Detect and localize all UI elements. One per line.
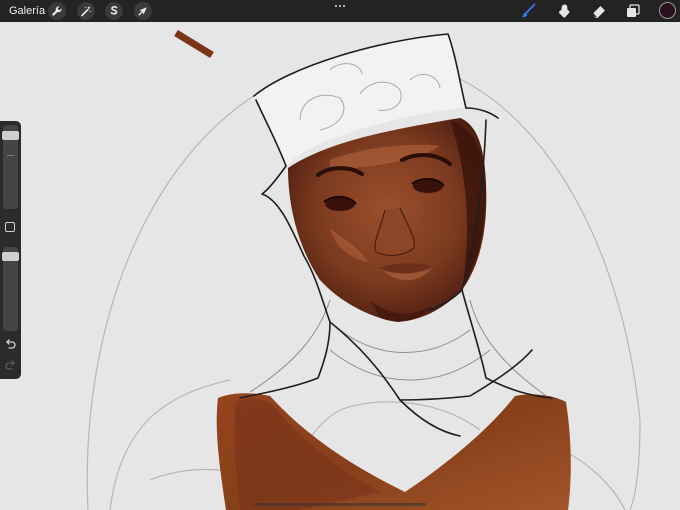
home-indicator — [254, 503, 426, 506]
wrench-icon — [52, 6, 62, 16]
color-picker-swatch[interactable] — [659, 2, 676, 19]
selection-s-icon — [110, 6, 118, 15]
brush-size-slider-thumb[interactable] — [2, 131, 19, 140]
opacity-slider-thumb[interactable] — [2, 252, 19, 261]
brush-size-slider[interactable] — [2, 125, 19, 209]
drawing-canvas[interactable] — [0, 22, 680, 510]
eraser-icon[interactable] — [590, 2, 608, 20]
undo-icon[interactable] — [4, 338, 17, 350]
transform-button[interactable] — [134, 2, 152, 20]
smudge-icon[interactable] — [555, 2, 573, 20]
modify-button[interactable] — [5, 222, 15, 232]
layers-icon[interactable] — [624, 2, 642, 20]
slider-tick — [7, 155, 14, 156]
redo-icon[interactable] — [4, 359, 17, 371]
top-toolbar: Galería — [0, 0, 680, 22]
opacity-slider[interactable] — [2, 247, 19, 331]
magic-wand-icon — [81, 6, 92, 17]
adjustments-button[interactable] — [77, 2, 95, 20]
brush-icon[interactable] — [520, 2, 538, 20]
selection-button[interactable] — [105, 2, 123, 20]
arrow-cursor-icon — [138, 7, 147, 16]
brush-sidebar — [0, 121, 21, 379]
ellipsis-icon[interactable] — [333, 2, 347, 10]
actions-button[interactable] — [48, 2, 66, 20]
gallery-button[interactable]: Galería — [9, 4, 45, 18]
